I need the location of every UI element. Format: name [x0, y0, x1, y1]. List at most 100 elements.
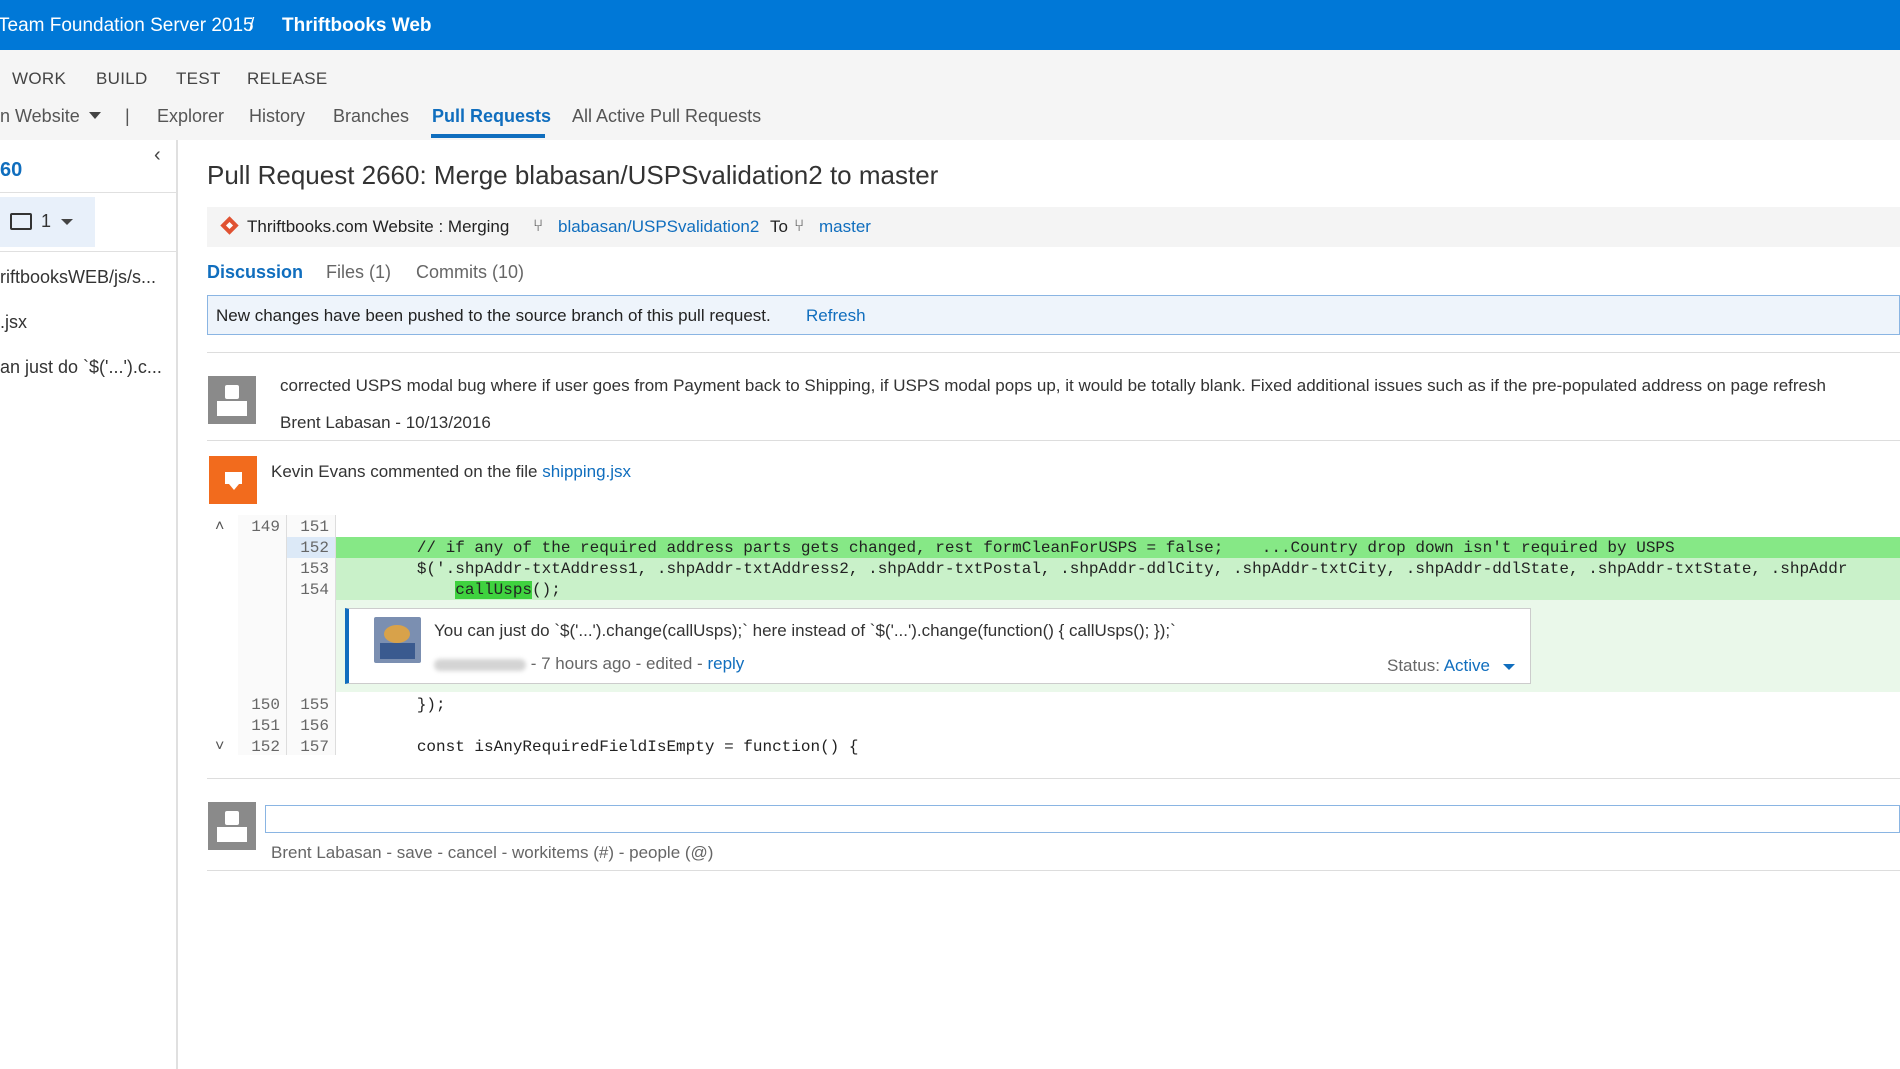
nav-branches[interactable]: Branches — [333, 106, 409, 127]
new-line-number: 151 — [300, 518, 329, 536]
code-line: // if any of the required address parts … — [340, 539, 1675, 557]
new-line-number: 157 — [300, 738, 329, 756]
reply-link[interactable]: reply — [707, 654, 744, 673]
file-link[interactable]: shipping.jsx — [542, 462, 631, 481]
tree-item-file[interactable]: .jsx — [0, 312, 27, 333]
divider — [207, 352, 1900, 353]
added-line-highlight — [336, 579, 1900, 600]
old-line-number: 151 — [251, 717, 280, 735]
hub-build[interactable]: BUILD — [96, 69, 148, 89]
file-comment-header: Kevin Evans commented on the file shippi… — [271, 462, 631, 482]
notice-text: New changes have been pushed to the sour… — [216, 306, 771, 325]
description-author: Brent Labasan - 10/13/2016 — [280, 413, 491, 432]
expand-up-icon[interactable]: ˄ — [215, 518, 224, 536]
workitems-link[interactable]: workitems (#) — [512, 843, 614, 862]
old-line-number: 152 — [251, 738, 280, 756]
breadcrumb-separator: / — [249, 15, 255, 36]
people-link[interactable]: people (@) — [629, 843, 713, 862]
file-comment-prefix: Kevin Evans commented on the file — [271, 462, 538, 481]
comment-meta: - 7 hours ago - edited - reply — [434, 654, 744, 674]
source-branch-link[interactable]: blabasan/USPSvalidation2 — [558, 217, 759, 237]
inline-comment: You can just do `$('...').change(callUsp… — [345, 608, 1531, 684]
comment-thread-icon — [209, 456, 257, 504]
tree-item-folder[interactable]: riftbooksWEB/js/s... — [0, 267, 156, 288]
repo-label: Thriftbooks.com Website : Merging — [247, 217, 510, 236]
code-text: (); — [532, 581, 561, 599]
top-bar: Team Foundation Server 2015 / Thriftbook… — [0, 0, 1900, 50]
new-line-number: 154 — [300, 581, 329, 599]
changes-notice: New changes have been pushed to the sour… — [207, 295, 1900, 335]
reply-input[interactable] — [265, 805, 1900, 833]
project-breadcrumb[interactable]: Thriftbooks Web — [282, 15, 432, 37]
new-line-number: 153 — [300, 560, 329, 578]
tab-commits[interactable]: Commits (10) — [416, 262, 524, 283]
person-icon — [225, 385, 239, 399]
comment-time: - 7 hours ago - edited - — [530, 654, 703, 673]
branch-icon: ⑂ — [533, 216, 544, 235]
comment-icon — [10, 213, 32, 230]
hub-test[interactable]: TEST — [176, 69, 221, 89]
code-line: callUsps(); — [340, 581, 561, 599]
blurred-author-name — [434, 658, 526, 671]
server-breadcrumb[interactable]: Team Foundation Server 2015 — [0, 15, 254, 37]
nav-pull-requests[interactable]: Pull Requests — [432, 106, 551, 127]
reply-author: Brent Labasan — [271, 843, 382, 862]
tree-item-comment[interactable]: an just do `$('...').c... — [0, 357, 162, 378]
repo-selector[interactable]: n Website — [0, 106, 80, 127]
nav-explorer[interactable]: Explorer — [157, 106, 224, 127]
active-tab-indicator — [431, 134, 545, 138]
chevron-down-icon[interactable] — [1502, 663, 1515, 670]
hub-release[interactable]: RELEASE — [247, 69, 328, 89]
divider — [207, 778, 1900, 779]
avatar — [208, 802, 256, 850]
collapse-panel-icon[interactable]: ‹ — [154, 144, 161, 167]
refresh-link[interactable]: Refresh — [806, 306, 866, 326]
divider — [207, 440, 1900, 441]
comment-count: 1 — [41, 211, 52, 231]
status-label: Status: — [1387, 656, 1440, 675]
divider — [0, 192, 176, 193]
target-branch-link[interactable]: master — [819, 217, 871, 237]
code-line: }); — [340, 696, 446, 714]
nav-history[interactable]: History — [249, 106, 305, 127]
comments-filter-button[interactable]: 1 — [0, 197, 95, 247]
highlighted-token: callUsps — [455, 581, 533, 599]
hub-work[interactable]: WORK — [12, 69, 66, 89]
cancel-link[interactable]: cancel — [448, 843, 497, 862]
code-line: const isAnyRequiredFieldIsEmpty = functi… — [340, 738, 859, 756]
new-line-number: 152 — [300, 539, 329, 557]
expand-down-icon[interactable]: ˅ — [215, 738, 224, 756]
nav-divider: | — [125, 106, 130, 126]
comment-text: You can just do `$('...').change(callUsp… — [434, 621, 1176, 640]
divider — [207, 870, 1900, 871]
nav-all-active-pull-requests[interactable]: All Active Pull Requests — [572, 106, 761, 127]
person-icon — [225, 811, 239, 825]
old-line-number: 150 — [251, 696, 280, 714]
comment-status[interactable]: Status: Active — [1387, 656, 1515, 676]
tab-files[interactable]: Files (1) — [326, 262, 391, 283]
chevron-down-icon — [61, 219, 73, 225]
commenter-avatar — [374, 617, 421, 663]
new-line-number: 156 — [300, 717, 329, 735]
tab-discussion[interactable]: Discussion — [207, 262, 303, 283]
code-line: $('.shpAddr-txtAddress1, .shpAddr-txtAdd… — [340, 560, 1848, 578]
new-line-number: 155 — [300, 696, 329, 714]
pr-number[interactable]: 60 — [0, 159, 22, 182]
page-title: Pull Request 2660: Merge blabasan/USPSva… — [207, 160, 939, 190]
pr-description: corrected USPS modal bug where if user g… — [280, 376, 1826, 395]
old-line-number: 149 — [251, 518, 280, 536]
left-panel: 60 ‹ 1 riftbooksWEB/js/s... .jsx an just… — [0, 140, 178, 1069]
hub-menu: WORK BUILD TEST RELEASE — [0, 50, 1900, 90]
avatar — [208, 376, 256, 424]
branch-icon: ⑂ — [794, 216, 805, 235]
status-value[interactable]: Active — [1444, 656, 1490, 675]
reply-actions: Brent Labasan - save - cancel - workitem… — [271, 843, 714, 862]
sub-nav: n Website | Explorer History Branches Pu… — [0, 90, 1900, 140]
pr-info-bar: Thriftbooks.com Website : Merging ⑂ blab… — [207, 207, 1900, 247]
save-link[interactable]: save — [397, 843, 433, 862]
git-repo-icon — [220, 216, 239, 235]
chevron-down-icon[interactable] — [89, 112, 101, 119]
divider — [0, 251, 176, 252]
to-label: To — [770, 217, 788, 236]
